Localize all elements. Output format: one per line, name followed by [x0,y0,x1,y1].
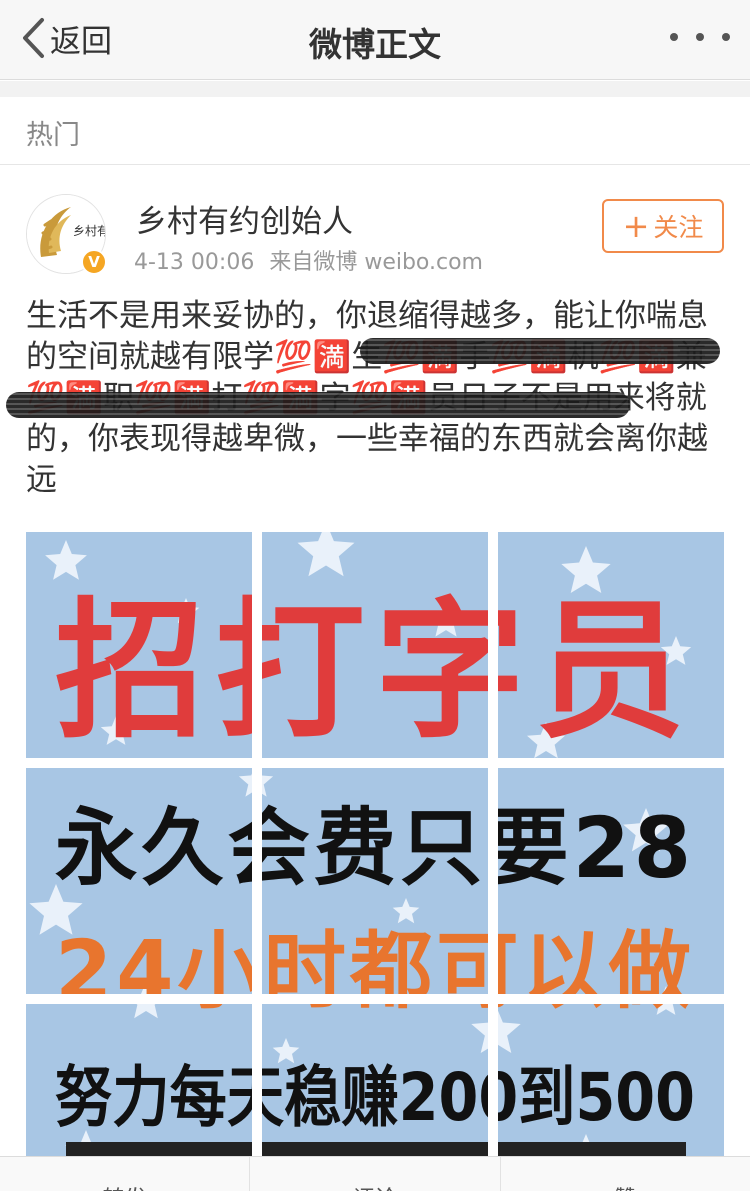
section-header: 热门 [0,97,750,165]
verified-badge-icon: V [81,249,107,275]
image-tile[interactable]: 招打字员永久会费只要2824小时都可以做努力每天稳赚200到500V💛信:264… [26,532,252,758]
back-button[interactable]: 返回 [20,14,112,62]
poster-image-slice: 招打字员永久会费只要2824小时都可以做努力每天稳赚200到500V💛信:264… [262,768,488,994]
image-tile[interactable]: 招打字员永久会费只要2824小时都可以做努力每天稳赚200到500V💛信:264… [498,532,724,758]
post-meta: 4-13 00:06 来自微博 weibo.com [134,244,491,276]
navigation-bar: 返回 微博正文 [0,0,750,80]
poster-image-slice: 招打字员永久会费只要2824小时都可以做努力每天稳赚200到500V💛信:264… [498,768,724,994]
chevron-left-icon [23,18,44,58]
repost-button[interactable]: 转发 [0,1157,251,1191]
avatar[interactable]: 乡村有约 V [26,194,107,275]
image-tile[interactable]: 招打字员永久会费只要2824小时都可以做努力每天稳赚200到500V💛信:264… [262,532,488,758]
image-tile[interactable]: 招打字员永久会费只要2824小时都可以做努力每天稳赚200到500V💛信:264… [498,768,724,994]
comment-label: 评论 [353,1181,397,1191]
section-gap [0,81,750,97]
poster-line3: 24小时都可以做 [498,922,695,994]
poster-line1: 招打字员 [498,585,695,758]
back-label: 返回 [50,23,112,60]
poster-line1: 招打字员 [55,585,252,758]
follow-label: 关注 [653,213,704,242]
poster-image-slice: 招打字员永久会费只要2824小时都可以做努力每天稳赚200到500V💛信:264… [26,532,252,758]
poster-line1: 招打字员 [262,585,488,758]
scribble-overlay [6,392,630,418]
more-dot-icon [696,33,704,41]
poster-line2: 永久会费只要28 [498,799,695,897]
repost-label: 转发 [103,1181,147,1191]
weibo-post: 乡村有约 V 乡村有约创始人 4-13 00:06 来自微博 weibo.com… [0,166,750,1191]
follow-button[interactable]: + 关注 [602,199,724,253]
poster-line3: 24小时都可以做 [55,1004,252,1020]
poster-line3: 24小时都可以做 [498,1004,695,1020]
like-button[interactable]: 赞 [501,1157,750,1191]
scribble-overlay [360,338,720,364]
image-grid: 招打字员永久会费只要2824小时都可以做努力每天稳赚200到500V💛信:264… [26,532,724,1191]
like-label: 赞 [614,1181,636,1191]
username[interactable]: 乡村有约创始人 [136,196,353,241]
bottom-action-bar: 转发 评论 赞 [0,1156,750,1191]
image-tile[interactable]: 招打字员永久会费只要2824小时都可以做努力每天稳赚200到500V💛信:264… [262,768,488,994]
poster-line4: 努力每天稳赚200到500 [55,1059,252,1136]
more-dot-icon [670,33,678,41]
more-dot-icon [722,33,730,41]
comment-button[interactable]: 评论 [250,1157,501,1191]
poster-line2: 永久会费只要28 [262,799,488,897]
poster-image-slice: 招打字员永久会费只要2824小时都可以做努力每天稳赚200到500V💛信:264… [262,532,488,758]
section-label: 热门 [26,120,80,151]
poster-image-slice: 招打字员永久会费只要2824小时都可以做努力每天稳赚200到500V💛信:264… [498,532,724,758]
more-options-button[interactable] [670,22,730,52]
poster-line2: 永久会费只要28 [55,799,252,897]
poster-line3: 24小时都可以做 [262,1004,488,1020]
poster-line3: 24小时都可以做 [262,922,488,994]
post-source: 来自微博 weibo.com [269,250,483,275]
poster-line4: 努力每天稳赚200到500 [498,1059,695,1136]
poster-image-slice: 招打字员永久会费只要2824小时都可以做努力每天稳赚200到500V💛信:264… [26,768,252,994]
page-title: 微博正文 [309,25,441,64]
poster-line3: 24小时都可以做 [55,922,252,994]
image-tile[interactable]: 招打字员永久会费只要2824小时都可以做努力每天稳赚200到500V💛信:264… [26,768,252,994]
poster-line4: 努力每天稳赚200到500 [262,1059,488,1136]
plus-icon: + [622,207,650,245]
post-time: 4-13 00:06 [134,250,255,275]
avatar-logo-text: 乡村有约 [73,223,105,238]
